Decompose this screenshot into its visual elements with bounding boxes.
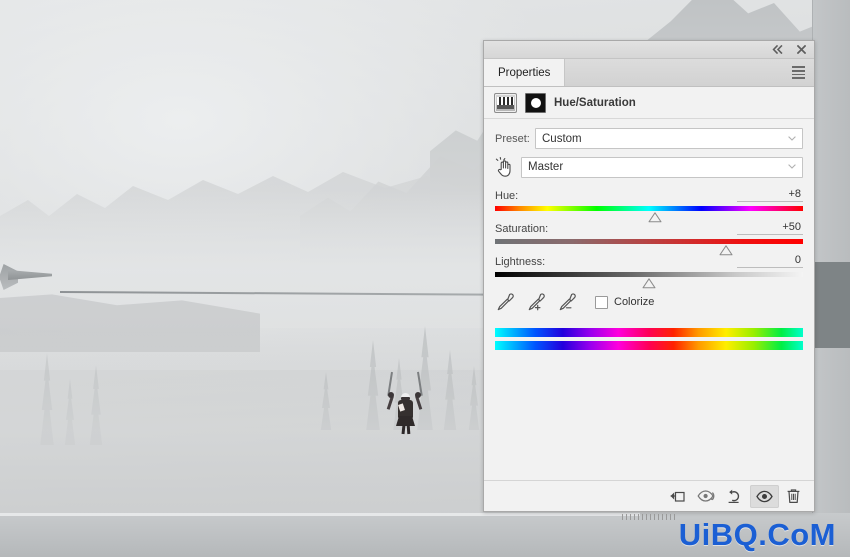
saturation-slider-track[interactable] — [495, 239, 803, 256]
on-image-adjustment-hand-icon[interactable] — [495, 156, 521, 178]
panel-body: Preset: Custom Master Hue: +8 Saturation… — [484, 119, 814, 480]
hue-label: Hue: — [495, 190, 519, 202]
panel-titlebar[interactable] — [484, 41, 814, 59]
eyedropper-add-icon[interactable] — [526, 293, 546, 311]
lightness-slider-row: Lightness: 0 — [495, 253, 803, 289]
double-chevron-left-icon[interactable] — [771, 43, 784, 56]
panel-tab-row[interactable]: Properties — [484, 59, 814, 87]
saturation-value-field[interactable]: +50 — [737, 221, 803, 235]
hue-value-field[interactable]: +8 — [737, 188, 803, 202]
zipline-rider — [386, 371, 424, 435]
chevron-down-icon — [788, 164, 796, 169]
saturation-label: Saturation: — [495, 223, 549, 235]
bottom-bar-highlight — [0, 513, 640, 516]
lightness-value-field[interactable]: 0 — [737, 254, 803, 268]
hue-bars — [495, 328, 803, 350]
channel-select[interactable]: Master — [521, 156, 803, 178]
hue-slider-row: Hue: +8 — [495, 187, 803, 223]
eyedropper-icon[interactable] — [495, 293, 515, 311]
hue-slider-thumb[interactable] — [648, 210, 662, 223]
layer-mask-thumbnail-icon[interactable] — [525, 92, 546, 113]
panel-menu-icon[interactable] — [783, 59, 814, 86]
zipline-tower — [0, 262, 62, 310]
colorize-label: Colorize — [614, 296, 655, 308]
lightness-slider-thumb[interactable] — [642, 276, 656, 289]
application-window: UiBQ.CoM Properties Hue/Saturation Prese… — [0, 0, 850, 557]
adjustment-header: Hue/Saturation — [484, 87, 814, 119]
colorize-checkbox-row[interactable]: Colorize — [595, 295, 655, 309]
tab-label: Properties — [498, 66, 551, 79]
preset-row: Preset: Custom — [495, 128, 803, 149]
channel-row: Master — [495, 156, 803, 178]
colorize-checkbox[interactable] — [595, 295, 608, 309]
chevron-down-icon — [788, 135, 796, 141]
close-icon[interactable] — [795, 43, 808, 56]
panel-footer — [484, 480, 814, 511]
panel-footer-wrap — [484, 480, 814, 520]
background-panel-block — [812, 262, 850, 348]
eyedropper-subtract-icon[interactable] — [557, 293, 577, 311]
preset-value: Custom — [542, 132, 582, 145]
result-hue-bar[interactable] — [495, 341, 803, 350]
channel-value: Master — [528, 161, 564, 173]
watermark: UiBQ.CoM — [678, 517, 836, 552]
panel-resize-grip[interactable] — [622, 514, 676, 520]
saturation-slider-row: Saturation: +50 — [495, 220, 803, 256]
hue-saturation-adjustment-icon[interactable] — [494, 92, 517, 113]
properties-panel[interactable]: Properties Hue/Saturation Preset: Custom — [483, 40, 815, 520]
reset-button[interactable] — [721, 485, 750, 508]
delete-button[interactable] — [779, 485, 808, 508]
adjustment-title: Hue/Saturation — [554, 96, 636, 109]
toggle-previous-state-button[interactable] — [692, 485, 721, 508]
toggle-visibility-button[interactable] — [750, 484, 779, 508]
preset-select[interactable]: Custom — [535, 128, 803, 149]
lightness-label: Lightness: — [495, 256, 546, 268]
lightness-slider-track[interactable] — [495, 272, 803, 289]
background-panel-sliver — [812, 0, 850, 513]
eyedropper-row: Colorize — [495, 293, 803, 311]
clip-to-layer-button[interactable] — [663, 485, 692, 508]
saturation-slider-thumb[interactable] — [719, 243, 733, 256]
tab-properties[interactable]: Properties — [484, 59, 566, 86]
source-hue-bar[interactable] — [495, 328, 803, 337]
hue-slider-track[interactable] — [495, 206, 803, 223]
preset-label: Preset: — [495, 132, 530, 145]
